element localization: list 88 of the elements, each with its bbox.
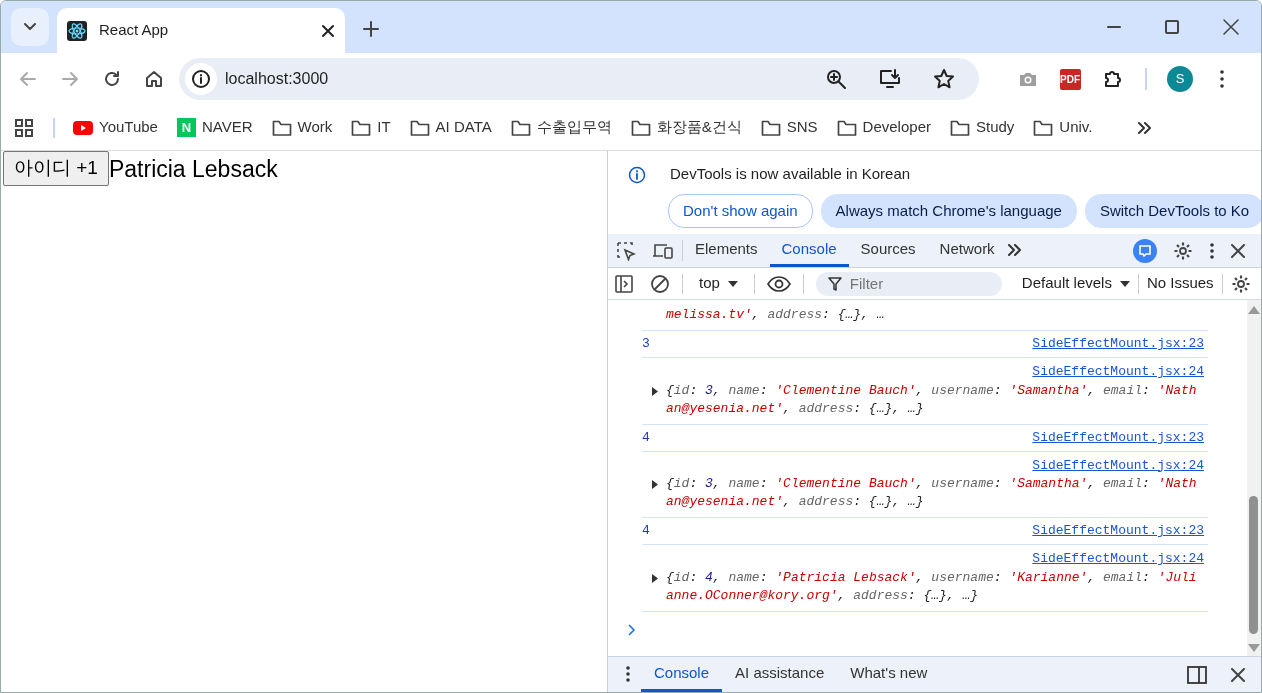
increment-id-button[interactable]: 아이디 +1 [3, 151, 109, 186]
source-link[interactable]: SideEffectMount.jsx:24 [1032, 549, 1204, 569]
devtools-tab[interactable]: Sources [848, 234, 928, 267]
browser-tab[interactable]: React App [57, 8, 345, 53]
plus-icon[interactable] [363, 21, 379, 37]
logged-value: 4 [642, 522, 650, 541]
user-name: Patricia Lebsack [108, 155, 278, 183]
scrollbar-thumb[interactable] [1249, 496, 1258, 634]
info-icon [628, 166, 646, 185]
more-vertical-icon[interactable] [625, 665, 631, 683]
devtools-tab[interactable]: Network [927, 234, 1007, 267]
tab-title: React App [99, 20, 170, 41]
more-vertical-icon[interactable] [1209, 241, 1215, 260]
puzzle-icon[interactable] [1102, 69, 1122, 89]
zoom-in-icon[interactable] [825, 68, 847, 90]
url-text: localhost:3000 [225, 69, 330, 89]
logged-object: {id: 3, name: 'Clementine Bauch', username: 'Samantha', email: 'Nathan@yesenia.net', address: {…}, …} [666, 475, 1198, 511]
info-icon[interactable] [191, 69, 211, 89]
caret-down-icon [727, 280, 738, 287]
prompt-chevron-icon[interactable] [628, 623, 636, 636]
chat-assistant-icon[interactable] [1133, 238, 1157, 263]
bookmark-label: Univ. [1059, 117, 1093, 138]
close-icon[interactable] [1231, 667, 1245, 682]
profile-avatar[interactable]: S [1167, 66, 1193, 92]
caret-down-icon [1119, 280, 1130, 287]
reload-icon[interactable] [102, 69, 122, 89]
clear-console-icon[interactable] [650, 273, 670, 294]
close-icon[interactable] [321, 23, 335, 38]
source-link[interactable]: SideEffectMount.jsx:23 [1032, 427, 1204, 448]
eye-icon[interactable] [766, 275, 791, 292]
expand-triangle-icon[interactable] [652, 386, 658, 396]
home-icon[interactable] [144, 69, 164, 89]
star-icon[interactable] [933, 68, 955, 90]
more-vertical-icon[interactable] [1218, 69, 1226, 89]
bookmark-label: 수출입무역 [536, 117, 612, 138]
bookmark-label: NAVER [201, 117, 253, 138]
tab-search-button[interactable] [11, 8, 49, 46]
bookmark-label: Study [975, 117, 1015, 138]
bookmark-label: 화장품&건식 [656, 117, 742, 138]
logged-value: 3 [642, 335, 650, 354]
naver-icon: N [176, 118, 196, 137]
bookmark-label: IT [377, 117, 391, 138]
play-icon [73, 120, 93, 135]
chevron-down-icon [24, 23, 36, 31]
chevron-double-right-icon[interactable] [1137, 121, 1152, 134]
source-link[interactable]: SideEffectMount.jsx:24 [1032, 362, 1204, 382]
log-levels-dropdown[interactable]: Default levels [1021, 272, 1130, 295]
chevron-double-right-icon[interactable] [1006, 244, 1021, 256]
install-icon[interactable] [879, 68, 901, 90]
bookmark-label: Developer [862, 117, 931, 138]
expand-triangle-icon[interactable] [652, 573, 658, 583]
apps-grid-icon[interactable] [15, 118, 33, 137]
filter-field[interactable]: Filter [815, 271, 1002, 296]
expand-triangle-icon[interactable] [652, 480, 658, 489]
bookmark-label: YouTube [99, 117, 158, 138]
source-link[interactable]: SideEffectMount.jsx:23 [1032, 334, 1204, 354]
dock-side-icon[interactable] [1187, 665, 1207, 684]
devtools-tab[interactable]: Elements [683, 234, 770, 267]
filter-icon [827, 276, 842, 291]
source-link[interactable]: SideEffectMount.jsx:23 [1032, 521, 1204, 541]
address-bar[interactable]: localhost:3000 [179, 58, 979, 100]
drawer-tab[interactable]: AI assistance [722, 657, 838, 692]
context-dropdown[interactable]: top [695, 272, 742, 295]
settings-icon[interactable] [1173, 240, 1193, 261]
info-message: DevTools is now available in Korean [670, 164, 911, 184]
drawer-tab[interactable]: Console [641, 657, 723, 692]
issues-button[interactable]: No Issues [1146, 272, 1214, 295]
settings-icon[interactable] [1230, 273, 1251, 294]
pdf-extension-button[interactable]: PDF [1059, 68, 1081, 90]
infobar-button[interactable]: Always match Chrome's language [820, 193, 1077, 228]
infobar-button[interactable]: Don't show again [668, 193, 813, 228]
bookmark-label: Work [297, 117, 333, 138]
logged-object: melissa.tv', address: {…}, … [665, 306, 886, 324]
source-link[interactable]: SideEffectMount.jsx:24 [1032, 455, 1204, 475]
logged-object: {id: 3, name: 'Clementine Bauch', username: 'Samantha', email: 'Nathan@yesenia.net', address: {…}, …} [666, 381, 1198, 418]
close-icon[interactable] [1223, 19, 1239, 35]
infobar-button[interactable]: Switch DevTools to Ko [1084, 193, 1261, 228]
bookmark-label: AI DATA [435, 117, 492, 138]
atom-icon [67, 20, 87, 41]
bookmark-label: SNS [786, 117, 818, 138]
close-icon[interactable] [1231, 243, 1245, 258]
inspect-icon[interactable] [616, 240, 636, 261]
logged-object: {id: 4, name: 'Patricia Lebsack', username: 'Karianne', email: 'Julianne.OConner@kory.org', address: {…}, …} [666, 568, 1198, 605]
drawer-tab[interactable]: What's new [837, 657, 941, 692]
devtools-tab[interactable]: Console [769, 234, 849, 267]
maximize-icon[interactable] [1165, 20, 1179, 34]
sidebar-toggle-icon[interactable] [614, 273, 634, 294]
logged-value: 4 [642, 428, 650, 447]
